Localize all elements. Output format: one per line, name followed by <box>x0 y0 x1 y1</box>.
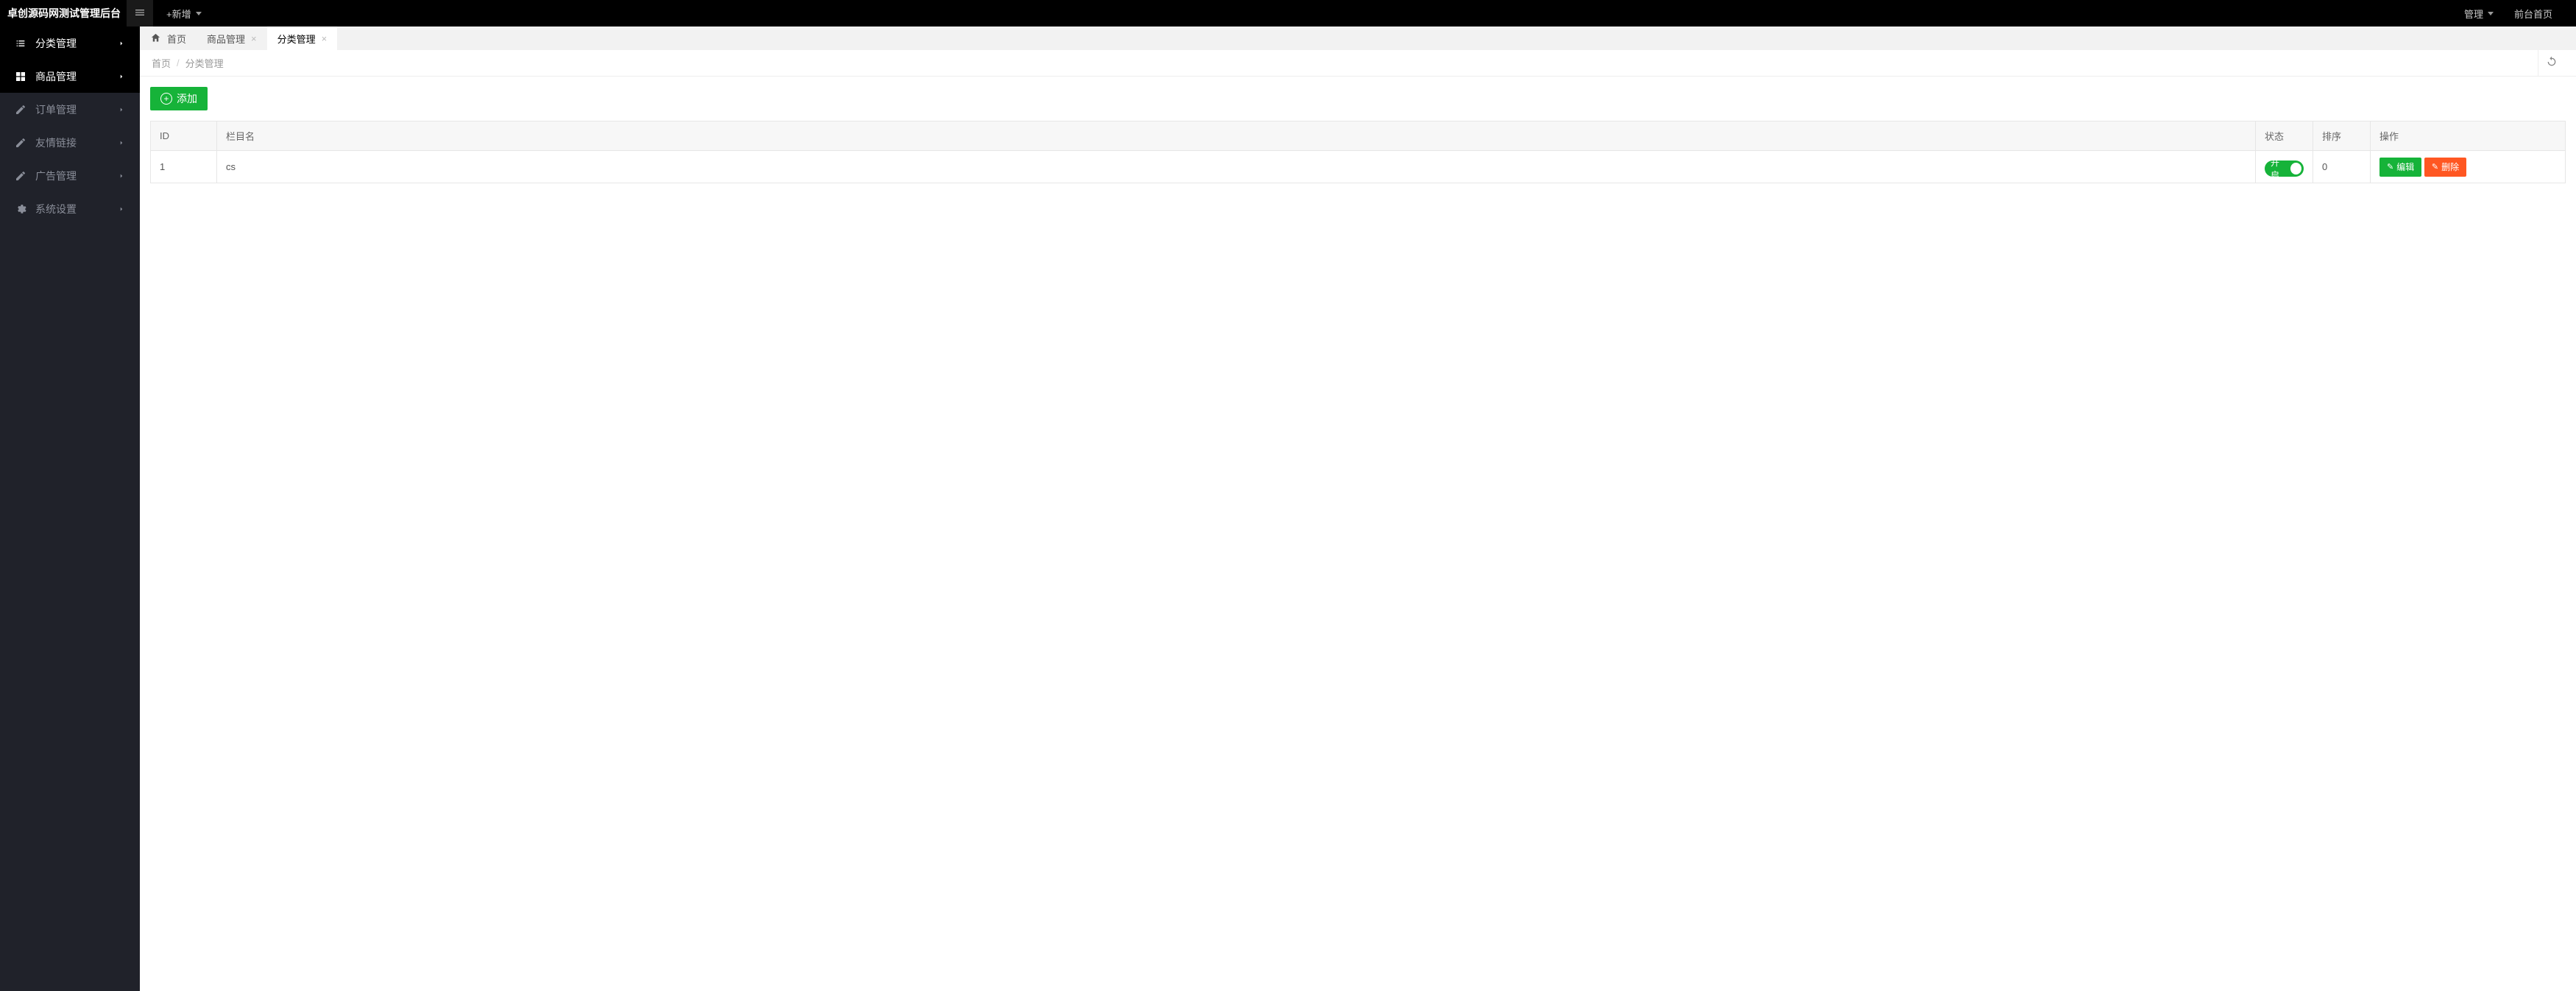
sidebar-item-product[interactable]: 商品管理 <box>0 60 140 93</box>
front-home-link[interactable]: 前台首页 <box>2504 0 2563 27</box>
caret-down-icon <box>2488 12 2494 15</box>
tab-home[interactable]: 首页 <box>140 27 197 50</box>
sidebar-item-advert[interactable]: 广告管理 <box>0 159 140 192</box>
tab-category-manage[interactable]: 分类管理 × <box>267 27 338 50</box>
edit-button-label: 编辑 <box>2396 161 2414 173</box>
th-ops: 操作 <box>2371 121 2566 151</box>
sidebar-item-label: 系统设置 <box>35 202 77 216</box>
cell-sort: 0 <box>2313 151 2371 183</box>
sidebar-item-settings[interactable]: 系统设置 <box>0 192 140 225</box>
cell-status: 开启 <box>2256 151 2313 183</box>
cell-id: 1 <box>151 151 217 183</box>
delete-button[interactable]: ✎ 删除 <box>2424 158 2466 177</box>
breadcrumb-current: 分类管理 <box>185 56 224 70</box>
chevron-right-icon <box>118 203 125 215</box>
toggle-knob-icon <box>2290 163 2301 174</box>
add-button[interactable]: + 添加 <box>150 87 208 110</box>
refresh-button[interactable] <box>2538 50 2564 77</box>
app-logo: 卓创源码网测试管理后台 <box>0 6 127 21</box>
breadcrumb-home[interactable]: 首页 <box>152 56 171 70</box>
chevron-right-icon <box>118 170 125 182</box>
pencil-icon: ✎ <box>2432 162 2438 172</box>
add-new-dropdown[interactable]: +新增 <box>153 0 215 27</box>
breadcrumb-separator: / <box>177 57 180 68</box>
toggle-sidebar-button[interactable] <box>127 0 153 27</box>
breadcrumb: 首页 / 分类管理 <box>140 50 2576 77</box>
th-name: 栏目名 <box>217 121 2256 151</box>
tab-label: 商品管理 <box>207 32 245 46</box>
sidebar-item-category[interactable]: 分类管理 <box>0 27 140 60</box>
edit-button[interactable]: ✎ 编辑 <box>2379 158 2421 177</box>
plus-circle-icon: + <box>160 93 172 105</box>
home-icon <box>150 32 161 45</box>
gear-icon <box>15 203 26 215</box>
cell-name: cs <box>217 151 2256 183</box>
add-new-label: +新增 <box>166 7 191 21</box>
category-table: ID 栏目名 状态 排序 操作 1 cs 开启 <box>150 121 2566 183</box>
tab-strip: 首页 商品管理 × 分类管理 × <box>140 27 2576 50</box>
tab-label: 首页 <box>167 32 186 46</box>
chevron-right-icon <box>118 38 125 49</box>
menu-icon <box>134 7 146 21</box>
grid-icon <box>15 71 26 82</box>
list-icon <box>15 38 26 49</box>
top-right-nav: 管理 前台首页 <box>2454 0 2576 27</box>
admin-dropdown[interactable]: 管理 <box>2454 0 2504 27</box>
close-icon[interactable]: × <box>322 34 328 43</box>
sidebar-item-label: 友情链接 <box>35 135 77 150</box>
sidebar-item-order[interactable]: 订单管理 <box>0 93 140 126</box>
refresh-icon <box>2546 56 2558 70</box>
edit-box-icon <box>15 104 26 116</box>
sidebar: 分类管理 商品管理 订单管理 友情链接 广告管理 系统设置 <box>0 27 140 991</box>
th-status: 状态 <box>2256 121 2313 151</box>
close-icon[interactable]: × <box>251 34 257 43</box>
chevron-right-icon <box>118 104 125 116</box>
cell-ops: ✎ 编辑 ✎ 删除 <box>2371 151 2566 183</box>
main-area: 首页 商品管理 × 分类管理 × 首页 / 分类管理 + 添加 <box>140 27 2576 194</box>
status-toggle-label: 开启 <box>2271 156 2287 181</box>
table-header-row: ID 栏目名 状态 排序 操作 <box>151 121 2566 151</box>
sidebar-item-label: 订单管理 <box>35 102 77 117</box>
sidebar-item-label: 广告管理 <box>35 169 77 183</box>
table-row: 1 cs 开启 0 ✎ 编辑 <box>151 151 2566 183</box>
content-body: + 添加 ID 栏目名 状态 排序 操作 1 cs <box>140 77 2576 194</box>
sidebar-item-friendlink[interactable]: 友情链接 <box>0 126 140 159</box>
tab-label: 分类管理 <box>277 32 316 46</box>
front-home-label: 前台首页 <box>2514 7 2552 21</box>
tab-product-manage[interactable]: 商品管理 × <box>197 27 267 50</box>
sidebar-item-label: 商品管理 <box>35 69 77 84</box>
chevron-right-icon <box>118 71 125 82</box>
status-toggle[interactable]: 开启 <box>2265 161 2304 177</box>
delete-button-label: 删除 <box>2441 161 2459 173</box>
caret-down-icon <box>196 12 202 15</box>
admin-label: 管理 <box>2464 7 2483 21</box>
edit-box-icon <box>15 170 26 182</box>
edit-box-icon <box>15 137 26 149</box>
pencil-icon: ✎ <box>2387 162 2393 172</box>
th-sort: 排序 <box>2313 121 2371 151</box>
top-header: 卓创源码网测试管理后台 +新增 管理 前台首页 <box>0 0 2576 27</box>
add-button-label: 添加 <box>177 91 197 106</box>
sidebar-item-label: 分类管理 <box>35 36 77 51</box>
th-id: ID <box>151 121 217 151</box>
chevron-right-icon <box>118 137 125 149</box>
